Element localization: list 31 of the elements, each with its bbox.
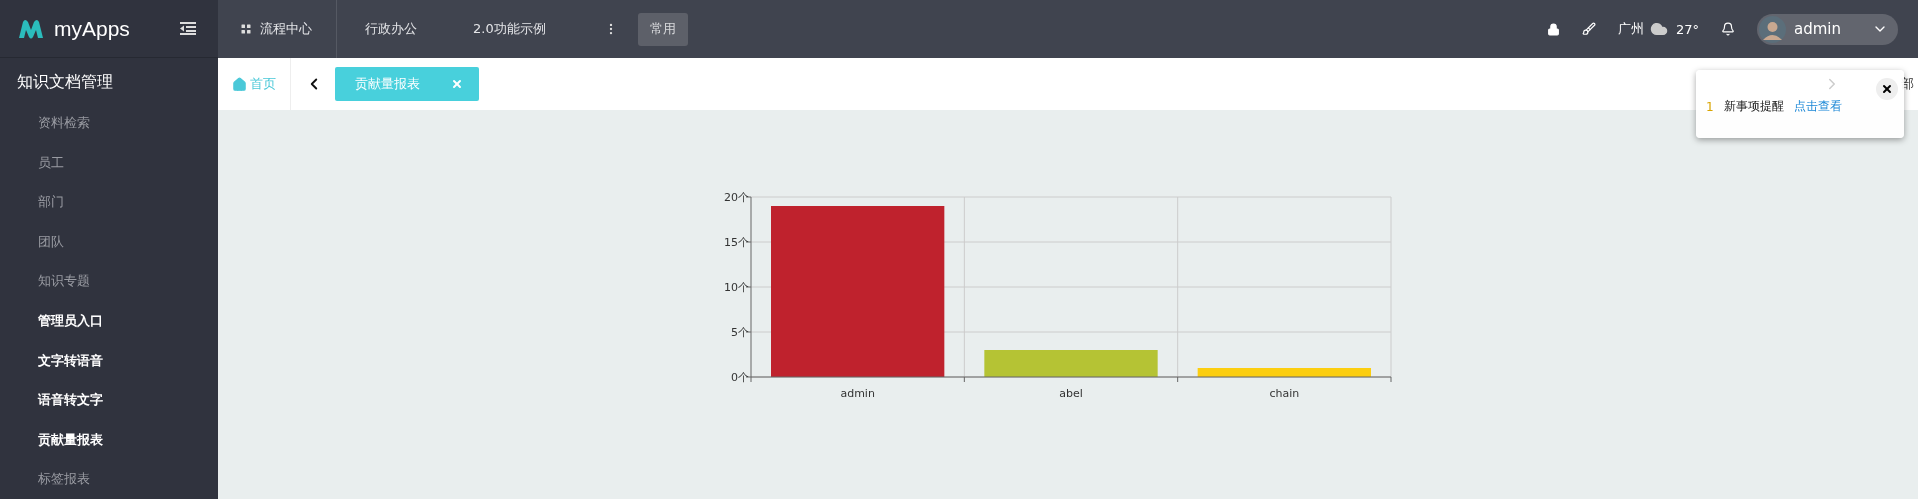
view-link[interactable]: 点击查看	[1793, 98, 1842, 115]
sidebar-item[interactable]: 员工	[0, 142, 218, 183]
close-all-link[interactable]: 部	[1901, 58, 1918, 110]
sidebar-item[interactable]: 资料检索	[0, 103, 218, 143]
notification-text: 新事项提醒	[1723, 98, 1784, 115]
favorites-button[interactable]: 常用	[637, 12, 688, 46]
brand-name: myApps	[54, 16, 131, 41]
axis-category-label: chain	[1269, 387, 1300, 400]
axis-category-label: admin	[840, 387, 875, 400]
axis-tick-label: 0个	[731, 371, 749, 384]
sidebar-title: 知识文档管理	[16, 71, 114, 93]
sidebar-item[interactable]: 知识专题	[0, 261, 218, 301]
weather-city: 广州	[1617, 20, 1644, 38]
weather-temperature: 27°	[1675, 21, 1699, 37]
axis-tick-label: 10个	[724, 281, 749, 294]
notification-count: 1	[1706, 99, 1714, 114]
nav-item[interactable]: 2.0功能示例	[445, 0, 574, 58]
sidebar-item[interactable]: 团队	[0, 221, 218, 262]
sidebar-item[interactable]: 管理员入口	[0, 300, 218, 341]
nav-item[interactable]: 行政办公	[337, 0, 445, 58]
axis-tick-label: 5个	[731, 326, 749, 339]
user-menu[interactable]: admin	[1757, 13, 1898, 45]
axis-tick-label: 20个	[724, 191, 749, 204]
user-name: admin	[1794, 20, 1842, 38]
sidebar-item[interactable]: 标签报表	[0, 459, 218, 499]
axis-category-label: abel	[1059, 387, 1083, 400]
axis-tick-label: 15个	[724, 236, 749, 249]
sidebar-item[interactable]: 部门	[0, 182, 218, 222]
sidebar-item[interactable]: 语音转文字	[0, 380, 218, 420]
sidebar-item[interactable]: 文字转语音	[0, 340, 218, 381]
sidebar-item[interactable]: 贡献量报表	[0, 419, 218, 460]
